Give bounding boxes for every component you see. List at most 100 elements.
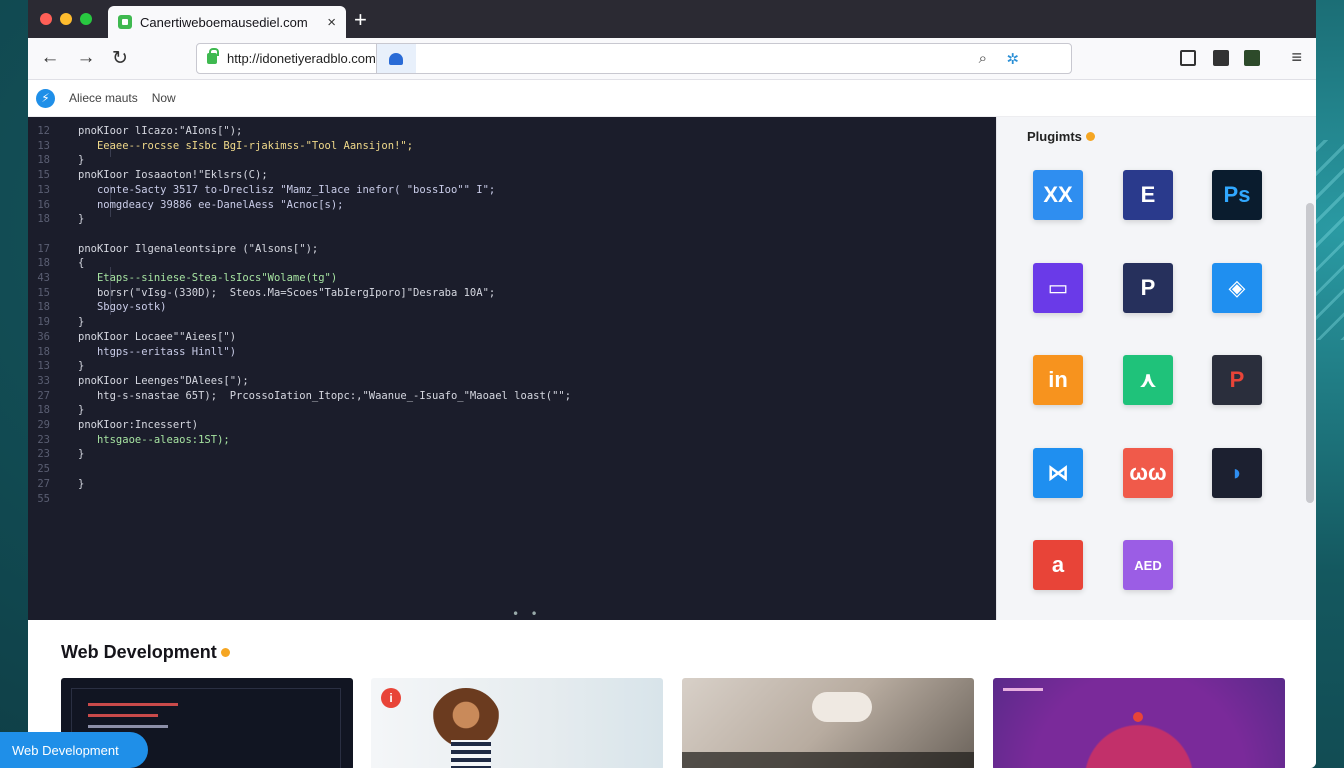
address-bar[interactable]: http://idonetiyeradblo.com ⌕ ✲	[196, 43, 1072, 74]
tab-title: Canertiweboemausediel.com	[140, 14, 308, 30]
close-window-button[interactable]	[40, 13, 52, 25]
blue-blob-icon[interactable]: ◗	[1212, 447, 1262, 498]
code-line[interactable]: 23 htsgaoe--aleaos:1ST);	[28, 433, 230, 449]
a-icon[interactable]: a	[1033, 540, 1083, 590]
code-text: nomgdeacy 39886 ee-DanelAess "Acnoc[s);	[78, 198, 344, 211]
profile-button[interactable]	[375, 44, 416, 73]
code-line[interactable]: 23}	[28, 448, 84, 463]
card-hands-photo[interactable]	[682, 678, 974, 768]
bookmarks-bar: ⚡ Aliece mauts Now	[28, 80, 1316, 117]
code-line[interactable]	[28, 228, 78, 243]
badge-icon: i	[381, 688, 401, 708]
code-line[interactable]: 18 Sbgoy-sotk)	[28, 301, 166, 316]
code-line[interactable]: 36 pnoKIoor Locaee""Aiees[")	[28, 331, 236, 346]
photoshop-icon[interactable]: Ps	[1212, 170, 1262, 220]
code-line[interactable]: 33 pnoKIoor Leenges"DAlees[");	[28, 374, 248, 390]
code-text: Etaps--siniese-Stea-lsIocs"Wolame(tg")	[78, 272, 338, 284]
plugins-title-text: Plugimts	[1027, 129, 1082, 144]
hand-image	[812, 692, 872, 722]
code-line[interactable]: 18}	[28, 154, 84, 169]
in-icon[interactable]: in	[1033, 355, 1083, 405]
code-line[interactable]: 27}	[28, 478, 84, 493]
back-button[interactable]: ←	[38, 47, 62, 69]
card-purple-graphic[interactable]	[993, 678, 1285, 768]
navigation-toolbar: ← → ↻ http://idonetiyeradblo.com ⌕ ✲ ≡	[28, 38, 1316, 80]
line-number: 16	[37, 198, 50, 211]
ww-icon[interactable]: ωω	[1123, 447, 1173, 498]
line-number: 36	[37, 330, 50, 343]
plugins-panel: Plugimts XX E Ps ▭ P ◈ in ⋏ P ⋈ ωω ◗ a AED	[996, 117, 1316, 620]
code-line[interactable]: 17 pnoKIoor Ilgenaleontsipre ("Alsons[");	[28, 243, 318, 258]
extension-icon[interactable]: ✲	[1006, 50, 1019, 68]
main-content: • • 12 pnoKIoor lIcazo:"AIons["); 13 Eeaee…	[28, 117, 1316, 620]
forward-button[interactable]: →	[74, 47, 98, 69]
p-icon[interactable]: P	[1123, 262, 1173, 313]
line-number: 27	[37, 477, 50, 490]
grid-icon[interactable]	[1244, 50, 1260, 66]
code-editor[interactable]: • • 12 pnoKIoor lIcazo:"AIons["); 13 Eeaee…	[28, 117, 996, 620]
code-text: pnoKIoor:Incessert)	[78, 419, 199, 431]
line-number: 13	[37, 183, 50, 196]
new-tab-button[interactable]: +	[354, 9, 367, 31]
xx-icon[interactable]: XX	[1033, 170, 1083, 220]
code-line[interactable]: 18}	[28, 213, 84, 228]
video-controls[interactable]	[682, 752, 974, 768]
user-icon	[389, 52, 404, 65]
maximize-window-button[interactable]	[80, 13, 92, 25]
line-number: 43	[37, 272, 50, 284]
e-icon[interactable]: E	[1123, 170, 1173, 220]
code-text: pnoKIoor Ilgenaleontsipre ("Alsons[");	[78, 242, 319, 255]
line-number: 18	[37, 154, 50, 167]
bookmark-item[interactable]: Now	[152, 91, 176, 105]
plugins-title: Plugimts	[1027, 129, 1095, 144]
bookmark-item[interactable]: Aliece mauts	[69, 91, 138, 105]
purple-box-icon[interactable]: ▭	[1033, 262, 1083, 313]
code-line[interactable]: 13 Eeaee--rocsse sIsbc BgI-rjakimss-"Too…	[28, 140, 413, 155]
code-line[interactable]: 29 pnoKIoor:Incessert)	[28, 419, 198, 434]
line-number: 18	[37, 345, 50, 358]
shield-icon[interactable]: ◈	[1212, 262, 1262, 313]
section-title-text: Web Development	[61, 642, 217, 662]
reload-button[interactable]: ↻	[108, 47, 132, 70]
code-line[interactable]: 13}	[28, 360, 84, 375]
tab-close-icon[interactable]: ×	[327, 14, 336, 31]
code-line[interactable]: 19}	[28, 316, 84, 331]
card-person-photo[interactable]: i	[371, 678, 663, 768]
line-number: 13	[37, 139, 50, 152]
code-line[interactable]: 43 Etaps--siniese-Stea-lsIocs"Wolame(tg"…	[28, 272, 337, 287]
code-line[interactable]: 25	[28, 463, 78, 478]
code-line[interactable]: 18}	[28, 404, 84, 419]
line-number: 18	[37, 257, 50, 270]
code-line[interactable]: 18 htgps--eritass Hinll")	[28, 346, 236, 361]
code-text: htsgaoe--aleaos:1ST);	[78, 433, 230, 446]
bolt-icon[interactable]: ⚡	[36, 88, 55, 108]
search-icon[interactable]: ⌕	[979, 50, 987, 67]
red-p-icon[interactable]: P	[1212, 355, 1262, 405]
scrollbar[interactable]	[1306, 203, 1314, 503]
line-number: 18	[37, 213, 50, 226]
active-tab[interactable]: Canertiweboemausediel.com ×	[108, 6, 346, 38]
code-text: conte-Sacty 3517 to-Dreclisz "Mamz_Ilace…	[78, 183, 496, 196]
code-text: }	[78, 448, 85, 461]
code-line[interactable]: 15 pnoKIoor Iosaaoton!"Eklsrs(C);	[28, 169, 267, 184]
code-line[interactable]: 16 nomgdeacy 39886 ee-DanelAess "Acnoc[s…	[28, 198, 344, 214]
bowtie-icon[interactable]: ⋈	[1033, 447, 1083, 498]
menu-button[interactable]: ≡	[1291, 47, 1302, 68]
line-number: 33	[37, 374, 50, 387]
record-icon	[1133, 712, 1143, 722]
green-tree-icon[interactable]: ⋏	[1123, 355, 1173, 405]
code-line[interactable]: 18 {	[28, 257, 84, 272]
web-development-chip[interactable]: Web Development	[0, 732, 148, 768]
reader-icon[interactable]	[1180, 50, 1196, 66]
code-line[interactable]: 15 borsr("vIsg-(330D); Steos.Ma=Scoes"Ta…	[28, 287, 495, 302]
aed-icon[interactable]: AED	[1123, 540, 1173, 590]
code-line[interactable]: 13 conte-Sacty 3517 to-Dreclisz "Mamz_Il…	[28, 184, 495, 199]
line-number: 13	[37, 360, 50, 373]
url-text[interactable]: http://idonetiyeradblo.com	[227, 51, 376, 66]
code-line[interactable]: 27 htg-s-snastae 65T); PrcossoIation_Ito…	[28, 390, 571, 405]
tab-bar: Canertiweboemausediel.com × +	[28, 0, 1316, 38]
download-icon[interactable]	[1213, 50, 1229, 66]
code-line[interactable]: 12 pnoKIoor lIcazo:"AIons[");	[28, 125, 242, 140]
code-line[interactable]: 55	[28, 493, 78, 508]
minimize-window-button[interactable]	[60, 13, 72, 25]
